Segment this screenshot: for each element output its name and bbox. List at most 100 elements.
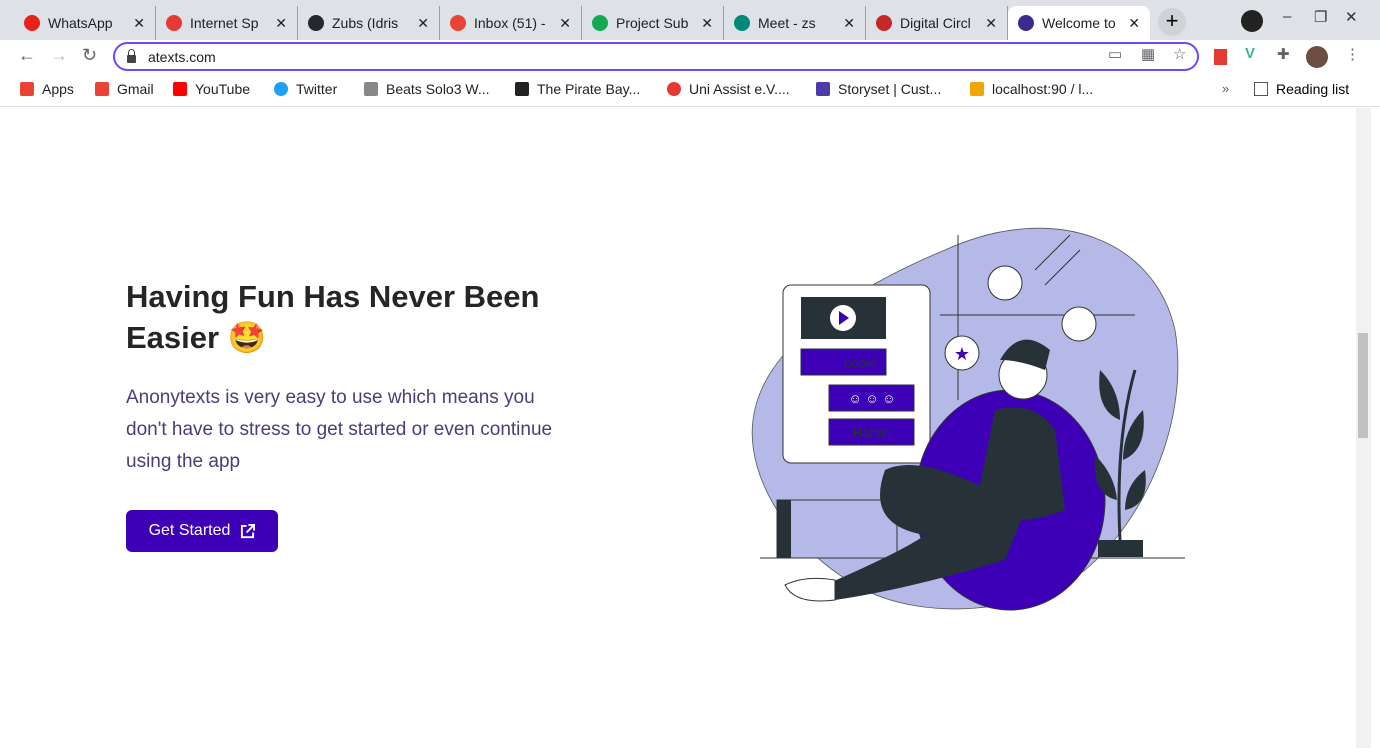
- bookmark-5[interactable]: The Pirate Bay...: [515, 81, 640, 97]
- tab-title: Inbox (51) -: [474, 15, 546, 31]
- bookmark-4[interactable]: Beats Solo3 W...: [364, 81, 490, 97]
- bookmark-0[interactable]: Apps: [20, 81, 74, 97]
- google-meet-icon: [734, 15, 750, 31]
- bookmarks-overflow-chevron-icon[interactable]: »: [1222, 81, 1229, 96]
- tab-title: Internet Sp: [190, 15, 259, 31]
- circle-logo-icon: [876, 15, 892, 31]
- bookmark-label: Storyset | Cust...: [838, 81, 942, 97]
- reading-list-icon: [1254, 82, 1268, 96]
- bookmark-label: Beats Solo3 W...: [386, 81, 490, 97]
- tab-6[interactable]: Digital Circl ✕: [866, 6, 1008, 40]
- youtube-icon: [173, 82, 187, 96]
- minimize-button[interactable]: –: [1283, 8, 1291, 25]
- scrollbar-thumb[interactable]: [1358, 333, 1368, 438]
- storyset-icon: [816, 82, 830, 96]
- tab-7[interactable]: Welcome to ✕: [1008, 6, 1150, 40]
- tab-5[interactable]: Meet - zs ✕: [724, 6, 866, 40]
- restore-button[interactable]: ❐: [1314, 8, 1327, 26]
- close-tab-icon[interactable]: ✕: [133, 15, 145, 32]
- lock-icon: [127, 48, 136, 63]
- bookmark-star-icon[interactable]: ☆: [1173, 45, 1186, 63]
- external-link-icon: [241, 523, 256, 538]
- svg-text:★: ★: [954, 344, 970, 364]
- bookmark-1[interactable]: Gmail: [95, 81, 154, 97]
- laughing-face-icon: [1061, 306, 1097, 342]
- address-bar[interactable]: atexts.com: [113, 42, 1199, 71]
- bookmark-label: Uni Assist e.V....: [689, 81, 790, 97]
- hero-illustration: ★ Look! ☺ ☺ ☺ Hahah: [751, 227, 1185, 611]
- vue-devtools-icon[interactable]: V: [1245, 45, 1255, 62]
- gmail-icon: [95, 82, 109, 96]
- reload-button[interactable]: ↻: [82, 45, 97, 66]
- close-tab-icon[interactable]: ✕: [1128, 15, 1140, 32]
- close-tab-icon[interactable]: ✕: [559, 15, 571, 32]
- apps-grid-icon: [20, 82, 34, 96]
- cast-icon[interactable]: ▭: [1108, 45, 1122, 63]
- mongodb-leaf-icon: [592, 15, 608, 31]
- bookmark-label: Gmail: [117, 81, 154, 97]
- tab-1[interactable]: Internet Sp ✕: [156, 6, 298, 40]
- bookmark-label: The Pirate Bay...: [537, 81, 641, 97]
- extensions-puzzle-icon[interactable]: ✚: [1277, 45, 1290, 63]
- bookmark-label: YouTube: [195, 81, 251, 97]
- tab-4[interactable]: Project Sub ✕: [582, 6, 724, 40]
- reading-list-button[interactable]: Reading list: [1254, 81, 1349, 97]
- new-tab-button[interactable]: +: [1158, 8, 1186, 36]
- tab-2[interactable]: Zubs (Idris ✕: [298, 6, 440, 40]
- smiley-icon: [987, 265, 1023, 301]
- twitter-icon: [274, 82, 288, 96]
- back-button[interactable]: ←: [18, 45, 36, 66]
- tab-title: WhatsApp: [48, 15, 113, 31]
- bookmark-8[interactable]: localhost:90 / l...: [970, 81, 1093, 97]
- tab-title: Zubs (Idris: [332, 15, 399, 31]
- close-tab-icon[interactable]: ✕: [275, 15, 287, 32]
- hero-description: Anonytexts is very easy to use which mea…: [126, 387, 553, 472]
- dresser: [776, 499, 898, 559]
- scrollbar[interactable]: [1356, 108, 1371, 748]
- get-started-button[interactable]: Get Started: [126, 510, 278, 552]
- close-window-button[interactable]: ✕: [1345, 8, 1358, 26]
- extension-book-icon[interactable]: [1214, 49, 1227, 65]
- bookmark-3[interactable]: Twitter: [274, 81, 337, 97]
- tab-title: Project Sub: [616, 15, 689, 31]
- gmail-icon: [450, 15, 466, 31]
- bookmarks-bar: Apps Gmail YouTube Twitter Beats Solo3 W... T…: [0, 73, 1380, 107]
- close-tab-icon[interactable]: ✕: [417, 15, 429, 32]
- url-text[interactable]: atexts.com: [148, 49, 216, 65]
- profile-avatar[interactable]: [1306, 46, 1328, 68]
- close-tab-icon[interactable]: ✕: [985, 15, 997, 32]
- github-icon: [308, 15, 324, 31]
- close-tab-icon[interactable]: ✕: [701, 15, 713, 32]
- bookmark-label: localhost:90 / l...: [992, 81, 1094, 97]
- speedometer-icon: [166, 15, 182, 31]
- tab-title: Digital Circl: [900, 15, 971, 31]
- bookmark-2[interactable]: YouTube: [173, 81, 250, 97]
- toolbar: ← → ↻ atexts.com ▭ ▦ ☆ V ✚ ⋮: [0, 40, 1380, 73]
- bookmark-7[interactable]: Storyset | Cust...: [816, 81, 941, 97]
- apple-icon: [364, 82, 378, 96]
- close-tab-icon[interactable]: ✕: [843, 15, 855, 32]
- tab-0[interactable]: WhatsApp ✕: [14, 6, 156, 40]
- plant-pot: [1098, 540, 1143, 557]
- tab-3[interactable]: Inbox (51) - ✕: [440, 6, 582, 40]
- bubble-haha-text: Hahah: [853, 425, 891, 440]
- hero-title: Having Fun Has Never Been Easier 🤩: [126, 279, 540, 355]
- uni-assist-icon: [667, 82, 681, 96]
- qr-code-icon[interactable]: ▦: [1141, 45, 1155, 63]
- bookmark-label: Twitter: [296, 81, 338, 97]
- bubble-look-text: Look!: [844, 355, 876, 370]
- forward-button[interactable]: →: [50, 45, 68, 66]
- anonytexts-icon: [1018, 15, 1034, 31]
- pirate-ship-icon: [515, 82, 529, 96]
- bookmark-6[interactable]: Uni Assist e.V....: [667, 81, 790, 97]
- media-control-icon[interactable]: [1241, 10, 1263, 32]
- whatsapp-icon: [24, 15, 40, 31]
- phpmyadmin-icon: [970, 82, 984, 96]
- get-started-label: Get Started: [148, 522, 231, 539]
- menu-kebab-icon[interactable]: ⋮: [1345, 45, 1360, 63]
- reading-list-label: Reading list: [1276, 81, 1350, 97]
- bookmark-label: Apps: [42, 81, 74, 97]
- tab-title: Meet - zs: [758, 15, 816, 31]
- page-content: Having Fun Has Never Been Easier 🤩 Anony…: [5, 108, 1356, 748]
- tab-title: Welcome to: [1042, 15, 1116, 31]
